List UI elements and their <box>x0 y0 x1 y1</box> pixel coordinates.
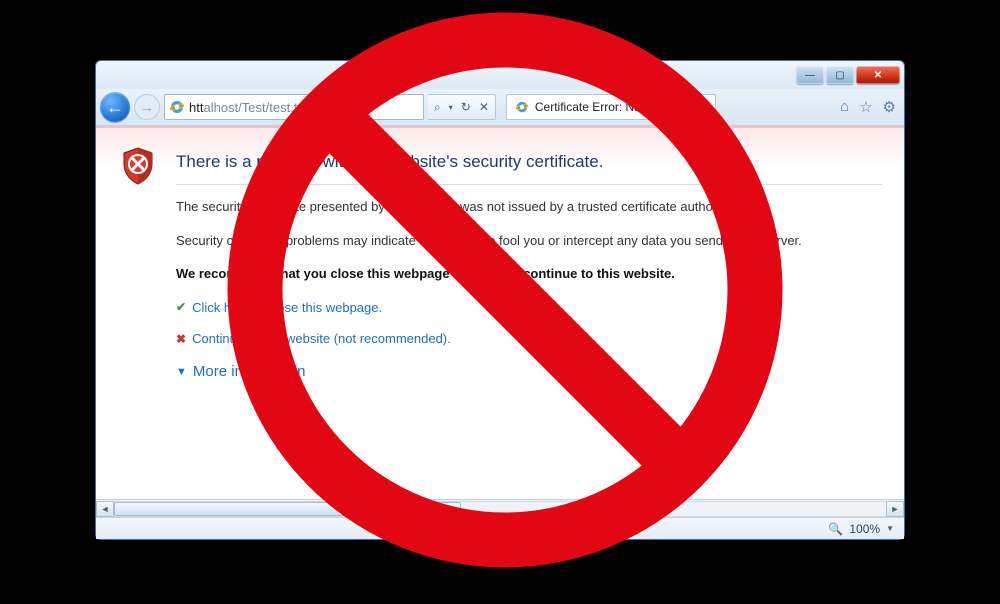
continue-link[interactable]: ✖ Continue to this website (not recommen… <box>176 329 882 349</box>
address-bar[interactable]: httalhost/Test/test.txt <box>164 94 424 120</box>
minimize-button[interactable] <box>796 66 824 84</box>
maximize-button[interactable] <box>826 66 854 84</box>
ie-icon <box>169 99 185 115</box>
cert-message-1: The security certificate presented by th… <box>176 197 882 217</box>
forward-button[interactable]: → <box>134 94 160 120</box>
more-information-label: More information <box>193 361 306 384</box>
close-webpage-label: Click here to close this webpage. <box>192 298 382 318</box>
arrow-left-icon: ← <box>106 97 124 118</box>
scroll-left-button[interactable]: ◄ <box>96 501 114 517</box>
scroll-track[interactable] <box>114 501 886 517</box>
zoom-dropdown-icon[interactable]: ▼ <box>886 524 894 533</box>
continue-label: Continue to this website (not recommende… <box>192 329 451 349</box>
navigation-bar: ← → httalhost/Test/test.txt ⌕ ▾ ↻ ✕ Cert… <box>96 89 904 125</box>
home-icon[interactable]: ⌂ <box>840 98 849 116</box>
page-title: There is a problem with this website's s… <box>176 152 882 172</box>
command-bar: ⌂ ☆ ⚙ <box>840 98 896 116</box>
address-bar-tools: ⌕ ▾ ↻ ✕ <box>428 94 496 120</box>
content-area: There is a problem with this website's s… <box>96 125 904 539</box>
chevron-down-icon: ▼ <box>176 364 187 381</box>
zoom-icon[interactable]: 🔍 <box>828 522 843 536</box>
scroll-thumb[interactable] <box>114 502 461 516</box>
arrow-right-icon: → <box>140 99 155 116</box>
tab-title: Certificate Error: Navigation... <box>535 100 692 114</box>
close-window-button[interactable] <box>856 66 900 84</box>
close-webpage-link[interactable]: ✔ Click here to close this webpage. <box>176 298 882 318</box>
dropdown-icon[interactable]: ▾ <box>449 103 453 112</box>
status-bar: 🔍 100% ▼ <box>96 517 904 539</box>
stop-button[interactable]: ✕ <box>479 100 489 114</box>
divider <box>176 184 882 185</box>
ie-icon <box>515 100 529 114</box>
cert-message-2: Security certificate problems may indica… <box>176 231 882 251</box>
certificate-error-page: There is a problem with this website's s… <box>96 126 904 499</box>
close-tab-button[interactable]: ✕ <box>698 101 707 114</box>
scroll-right-button[interactable]: ► <box>886 501 904 517</box>
cert-recommendation: We recommend that you close this webpage… <box>176 264 882 284</box>
warning-shield-icon: ✖ <box>176 330 186 348</box>
tab-cert-error[interactable]: Certificate Error: Navigation... ✕ <box>506 94 717 120</box>
horizontal-scrollbar[interactable]: ◄ ► <box>96 499 904 517</box>
refresh-button[interactable]: ↻ <box>461 100 471 114</box>
zoom-level[interactable]: 100% <box>849 522 880 536</box>
title-bar <box>96 61 904 89</box>
check-shield-icon: ✔ <box>176 298 186 316</box>
search-icon[interactable]: ⌕ <box>434 100 441 115</box>
back-button[interactable]: ← <box>100 92 130 122</box>
browser-window: ← → httalhost/Test/test.txt ⌕ ▾ ↻ ✕ Cert… <box>95 60 905 540</box>
gear-icon[interactable]: ⚙ <box>883 98 896 116</box>
url-text: httalhost/Test/test.txt <box>189 100 308 115</box>
more-information-toggle[interactable]: ▼ More information <box>176 361 882 384</box>
shield-error-icon <box>118 146 158 186</box>
star-icon[interactable]: ☆ <box>859 98 872 116</box>
